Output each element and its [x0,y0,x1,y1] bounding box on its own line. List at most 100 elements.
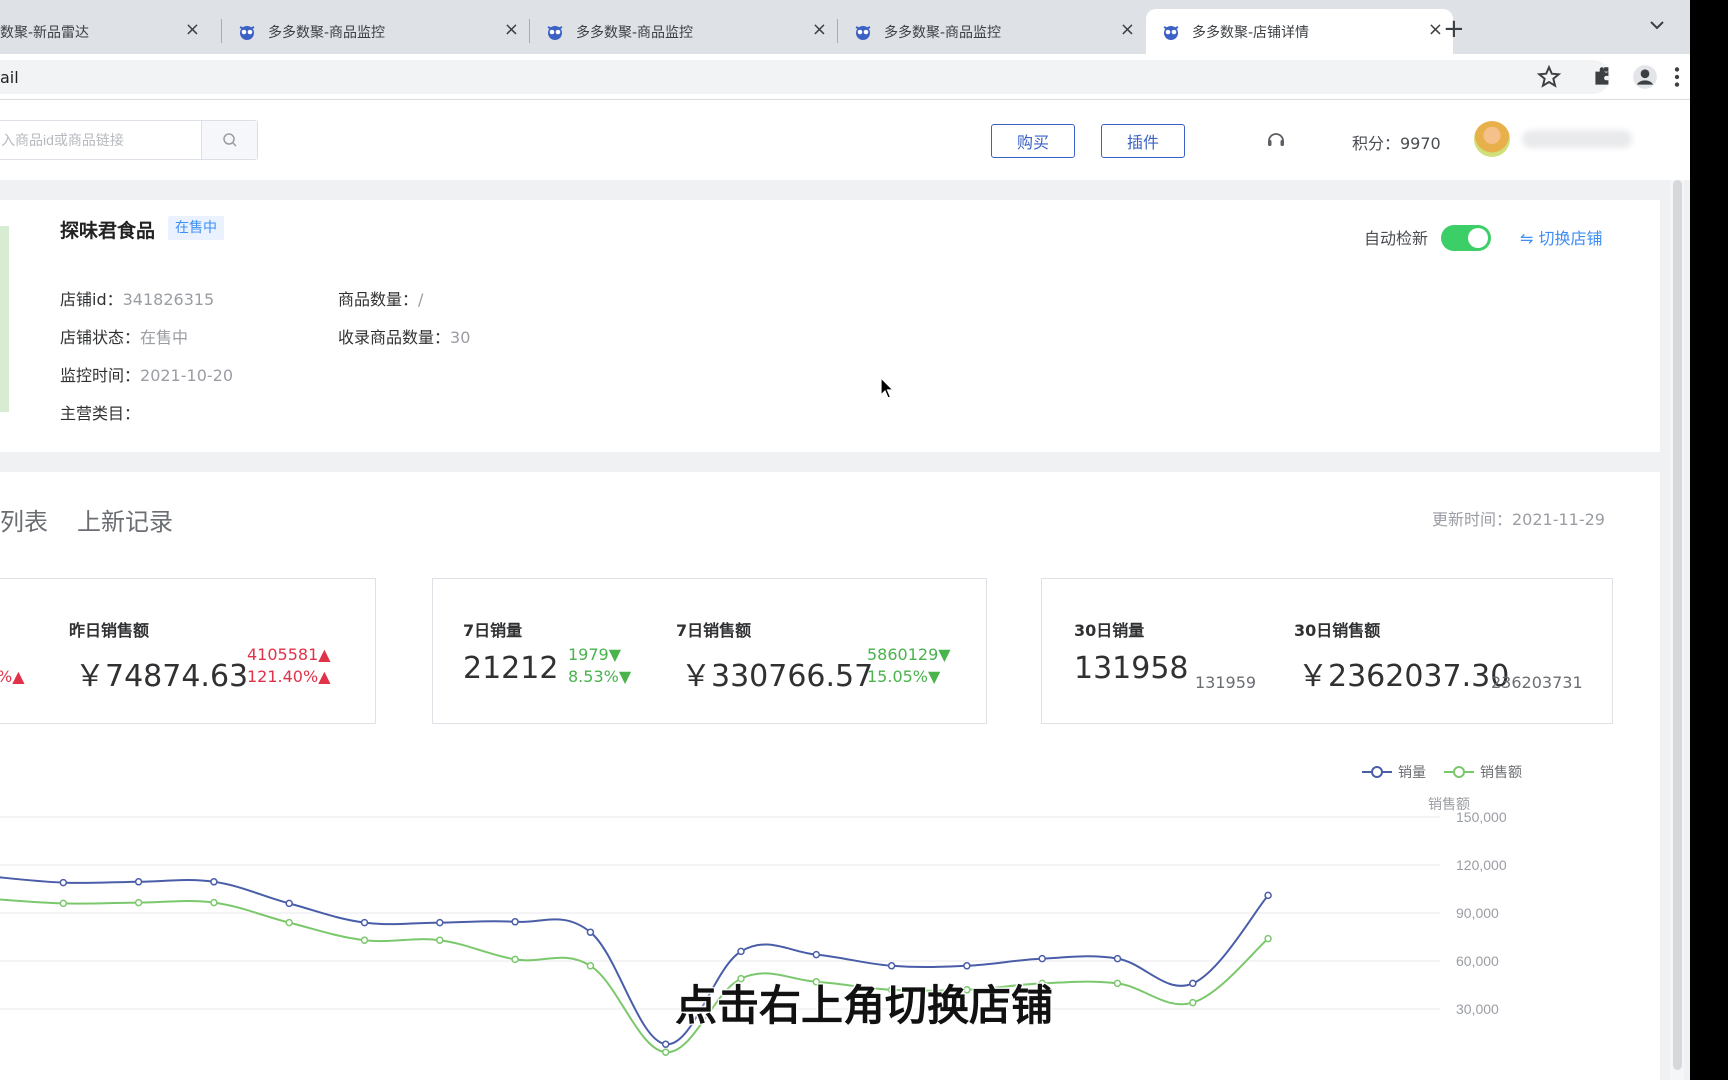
profile-icon[interactable] [1632,64,1658,90]
video-caption: 点击右上角切换店铺 [674,981,1053,1030]
tab-item-active[interactable]: 多多数聚-店铺详情 × [1146,9,1453,54]
y-tick-label: 60,000 [1456,953,1499,969]
stat-delta-pct: 121.40%▲ [247,667,331,686]
stat-value: ￥2362037.30 [1298,659,1510,694]
extension-icon[interactable] [1590,64,1616,90]
owl-icon [855,25,871,40]
data-point[interactable] [661,1040,670,1048]
auto-refresh-toggle[interactable] [1441,225,1491,251]
stat-card-yesterday: %▲ 昨日销售额 ￥74874.63 4105581▲ 121.40%▲ [0,578,376,724]
stat-label: 30日销售额 [1294,621,1381,640]
address-bar[interactable]: ail [0,60,1610,94]
stat-delta: 4105581▲ [247,645,331,664]
data-point[interactable] [360,918,369,927]
kebab-menu-icon[interactable] [1664,64,1690,90]
data-point[interactable] [661,1048,670,1056]
data-point[interactable] [210,898,218,907]
close-icon[interactable]: × [1120,21,1135,39]
field-value: / [418,290,424,309]
data-point[interactable] [210,878,218,886]
legend-label: 销售额 [1480,765,1522,781]
stat-label: 昨日销售额 [69,621,150,640]
stat-delta-pct: 8.53%▼ [568,667,632,686]
customer-service-icon[interactable] [1265,129,1287,151]
avatar[interactable] [1474,121,1510,157]
username-blurred[interactable] [1522,130,1632,148]
partial-trend: %▲ [0,667,25,686]
tab-list[interactable]: 列表 [0,502,48,537]
data-point[interactable] [134,878,143,886]
field-label: 主营类目： [60,404,141,423]
tab-item[interactable]: 多多数聚-商品监控 × [838,9,1145,54]
close-icon[interactable]: × [185,21,200,39]
auto-refresh-label: 自动检新 [1364,229,1429,248]
search-input[interactable] [0,121,201,159]
field-label: 商品数量： [338,290,419,309]
monitor-time-row: 监控时间：2021-10-20 [60,362,233,386]
chart-legend-item-sales-amount[interactable]: 销售额 [1444,762,1522,782]
data-point[interactable] [586,928,595,936]
close-icon[interactable]: × [812,21,827,39]
indexed-count-row: 收录商品数量：30 [338,324,470,348]
stat-label: 7日销量 [463,621,523,640]
scrollbar-thumb[interactable] [1673,180,1682,1070]
tab-title: 多多数聚-商品监控 [268,24,386,41]
field-value: 在售中 [140,328,189,347]
data-point[interactable] [1264,891,1272,900]
tab-title: 多多数聚-商品监控 [576,24,694,41]
data-point[interactable] [511,918,519,926]
data-point[interactable] [285,899,293,908]
data-point[interactable] [511,955,519,964]
tab-title: 多多数聚-店铺详情 [1192,24,1310,41]
stat-card-30day: 30日销量 131958 131959 30日销售额 ￥2362037.30 2… [1041,578,1613,724]
plugin-button[interactable]: 插件 [1101,124,1185,158]
product-count-row: 商品数量：/ [338,286,423,310]
data-point[interactable] [1038,954,1046,963]
legend-label: 销量 [1398,765,1426,781]
chevron-down-icon[interactable] [1650,20,1664,30]
shop-name: 探味君食品 [60,220,156,242]
data-point[interactable] [1264,934,1272,943]
stat-card-7day: 7日销量 21212 1979▼ 8.53%▼ 7日销售额 ￥330766.57… [432,578,987,724]
tab-item[interactable]: 多多数聚-商品监控 × [222,9,529,54]
close-icon[interactable]: × [1428,21,1443,39]
stat-label: 7日销售额 [676,621,752,640]
data-point[interactable] [59,878,68,887]
search-icon [222,133,237,147]
url-text: ail [0,68,19,87]
field-value: 341826315 [122,290,215,309]
data-point[interactable] [737,947,745,956]
buy-button[interactable]: 购买 [991,124,1075,158]
new-tab-button[interactable]: + [1443,16,1465,42]
data-point[interactable] [586,962,595,970]
browser-window: 数聚-新品雷达 × 多多数聚-商品监控 × 多多数聚-商品监控 × 多多数聚-商… [0,0,1690,1080]
data-point[interactable] [812,950,821,959]
data-point[interactable] [134,898,143,907]
y-tick-label: 120,000 [1456,857,1507,873]
tab-item[interactable]: 多多数聚-商品监控 × [530,9,837,54]
field-label: 店铺状态： [60,328,141,347]
data-point[interactable] [285,918,293,927]
field-label: 收录商品数量： [338,328,451,347]
tab-title: 数聚-新品雷达 [0,24,90,41]
chart-legend-item-sales-volume[interactable]: 销量 [1362,762,1426,782]
data-point[interactable] [436,936,444,944]
switch-shop-link[interactable]: ⇋ 切换店铺 [1520,225,1603,249]
data-point[interactable] [360,936,369,944]
y-tick-label: 150,000 [1456,810,1507,825]
status-badge: 在售中 [168,216,224,240]
stat-value: ￥74874.63 [75,659,249,694]
search-button[interactable] [201,121,257,159]
close-icon[interactable]: × [504,21,519,39]
data-point[interactable] [59,899,68,908]
data-point[interactable] [963,962,971,970]
tab-new-records[interactable]: 上新记录 [77,502,173,537]
stat-delta: 1979▼ [568,645,622,664]
star-icon[interactable] [1536,64,1562,90]
tab-item[interactable]: 数聚-新品雷达 × [0,9,210,54]
update-time: 更新时间：2021-11-29 [1432,510,1605,529]
data-point[interactable] [887,962,896,970]
shop-thumbnail [0,226,9,412]
data-point[interactable] [1113,954,1122,963]
data-point[interactable] [436,918,444,927]
